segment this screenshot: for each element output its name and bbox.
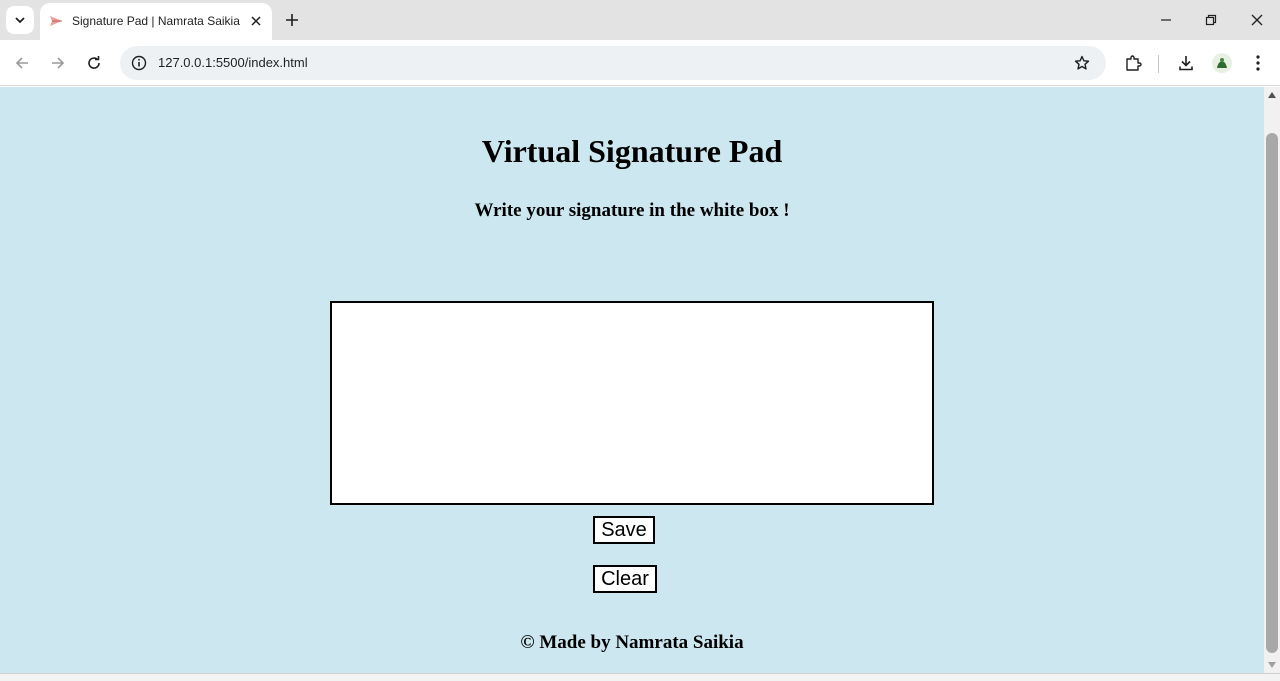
page-viewport: Virtual Signature Pad Write your signatu… [0,87,1264,673]
signature-canvas[interactable] [330,301,934,505]
close-window-button[interactable] [1237,6,1277,34]
restore-button[interactable] [1191,6,1231,34]
address-bar[interactable]: 127.0.0.1:5500/index.html [120,46,1106,80]
tab-close-button[interactable] [246,11,266,31]
paper-plane-icon [50,16,62,26]
toolbar-divider [1158,55,1159,73]
browser-toolbar: 127.0.0.1:5500/index.html [0,40,1280,86]
arrow-right-icon [52,57,65,69]
bookmark-button[interactable] [1070,52,1094,74]
star-icon [1074,55,1090,70]
save-button[interactable]: Save [593,516,655,544]
scroll-up-button[interactable] [1264,87,1280,103]
scroll-down-button[interactable] [1264,657,1280,673]
clear-button[interactable]: Clear [593,565,657,593]
reload-button[interactable] [80,49,108,77]
page-title: Virtual Signature Pad [481,133,783,169]
triangle-down-icon [1268,662,1276,668]
page-scrollbar[interactable] [1264,87,1280,673]
restore-icon [1205,14,1217,26]
puzzle-icon [1126,55,1142,71]
forward-button[interactable] [44,49,72,77]
tab-strip: Signature Pad | Namrata Saikia [0,0,1280,40]
profile-button[interactable] [1208,49,1236,77]
downloads-button[interactable] [1172,49,1200,77]
close-icon [251,16,261,26]
avatar-icon [1212,53,1232,73]
back-button[interactable] [8,49,36,77]
minimize-button[interactable] [1146,6,1186,34]
scrollbar-thumb[interactable] [1266,133,1278,653]
triangle-up-icon [1268,92,1276,98]
page-subtitle: Write your signature in the white box ! [474,200,790,221]
site-info-button[interactable] [128,52,150,74]
address-url: 127.0.0.1:5500/index.html [158,55,308,70]
minimize-icon [1161,19,1171,21]
tab-search-button[interactable] [6,6,34,34]
browser-menu-button[interactable] [1244,49,1272,77]
footer-credit: © Made by Namrata Saikia [520,632,744,653]
taskbar-edge [0,673,1280,681]
plus-icon [286,14,298,26]
extensions-button[interactable] [1119,49,1147,77]
reload-icon [88,56,100,69]
tab-title: Signature Pad | Namrata Saikia [72,14,240,28]
new-tab-button[interactable] [280,8,304,32]
close-icon [1251,14,1263,26]
chevron-down-icon [15,17,25,24]
arrow-left-icon [15,57,28,69]
active-tab[interactable]: Signature Pad | Namrata Saikia [40,3,272,40]
info-icon [131,55,147,71]
download-icon [1179,56,1193,71]
kebab-menu-icon [1256,55,1260,71]
